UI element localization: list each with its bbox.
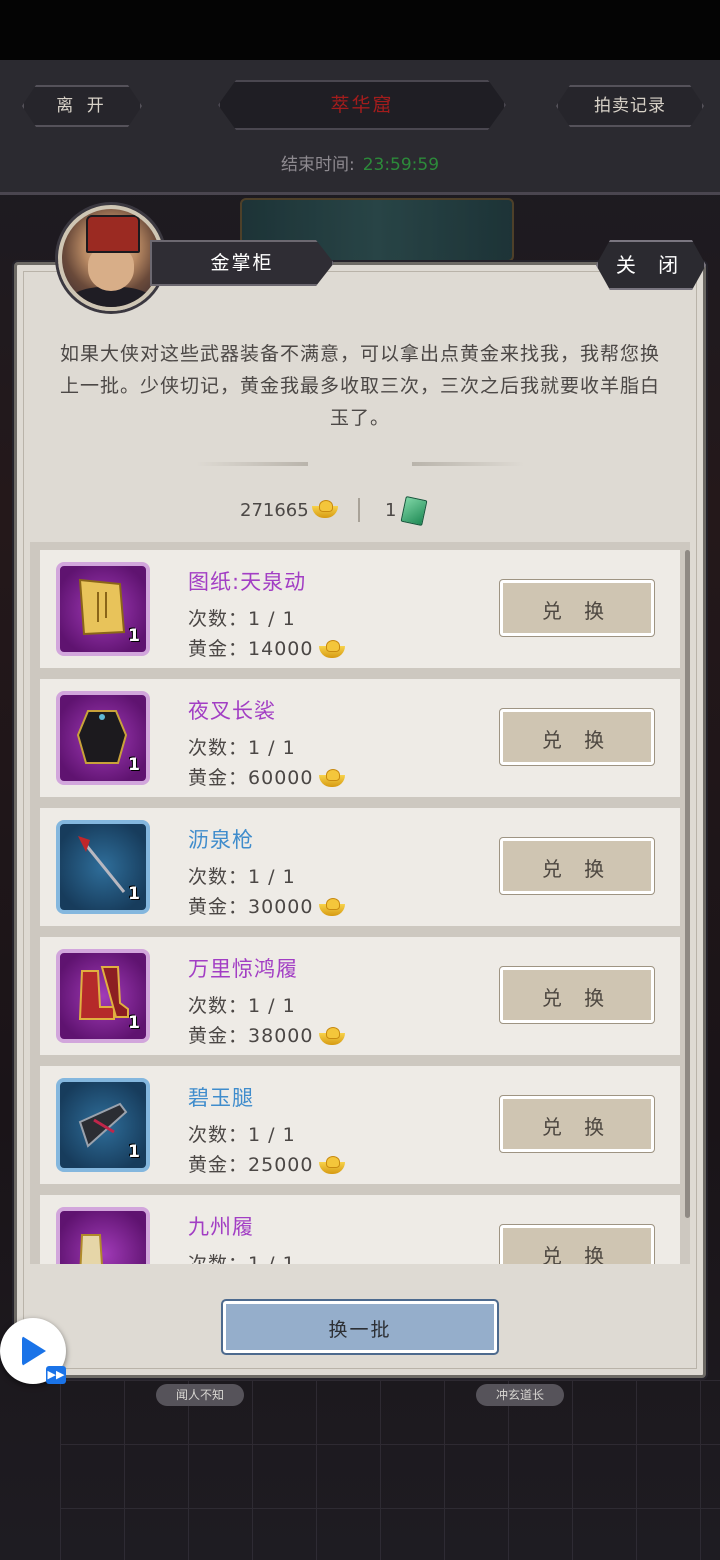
npc-name: 金掌柜 bbox=[150, 240, 334, 286]
redeem-button[interactable]: 兑 换 bbox=[499, 837, 655, 895]
spear-icon bbox=[78, 836, 126, 893]
redeem-button[interactable]: 兑 换 bbox=[499, 579, 655, 637]
robe-icon bbox=[76, 710, 128, 764]
item-name: 碧玉腿 bbox=[188, 1086, 254, 1110]
item-price: 黄金：30000 bbox=[188, 892, 346, 919]
redeem-button[interactable]: 兑 换 bbox=[499, 1224, 655, 1264]
player-tag-left[interactable]: 闻人不知 bbox=[156, 1384, 244, 1406]
item-qty: 1 bbox=[128, 626, 140, 646]
item-qty: 1 bbox=[128, 1142, 140, 1162]
item-times: 次数：1 / 1 bbox=[188, 1253, 296, 1264]
item-icon-frame[interactable]: 1 bbox=[56, 1207, 150, 1264]
leave-button[interactable]: 离 开 bbox=[22, 85, 142, 127]
divider-right bbox=[412, 462, 524, 466]
boots-icon bbox=[79, 1234, 119, 1264]
list-item: 1 沥泉枪 次数：1 / 1 黄金：30000 兑 换 bbox=[40, 808, 680, 926]
item-icon-frame[interactable]: 1 bbox=[56, 1078, 150, 1172]
list-item: 1 夜叉长裟 次数：1 / 1 黄金：60000 兑 换 bbox=[40, 679, 680, 797]
currency-separator bbox=[358, 498, 360, 522]
item-times: 次数：1 / 1 bbox=[188, 1124, 296, 1146]
item-icon-frame[interactable]: 1 bbox=[56, 949, 150, 1043]
item-qty: 1 bbox=[128, 1013, 140, 1033]
leg-guard-icon bbox=[78, 1102, 128, 1148]
item-qty: 1 bbox=[128, 755, 140, 775]
end-time-label: 结束时间: bbox=[280, 155, 355, 175]
item-icon-frame[interactable]: 1 bbox=[56, 691, 150, 785]
gold-ingot-icon bbox=[312, 500, 338, 518]
item-price: 黄金：25000 bbox=[188, 1150, 346, 1177]
item-name: 图纸:天泉动 bbox=[188, 570, 307, 594]
background-grid bbox=[60, 1380, 720, 1560]
item-name: 沥泉枪 bbox=[188, 828, 254, 852]
end-time-value: 23:59:59 bbox=[362, 155, 440, 175]
gold-amount: 271665 bbox=[240, 500, 309, 521]
refresh-batch-button[interactable]: 换一批 bbox=[221, 1299, 499, 1355]
redeem-button[interactable]: 兑 换 bbox=[499, 708, 655, 766]
item-qty: 1 bbox=[128, 884, 140, 904]
redeem-button[interactable]: 兑 换 bbox=[499, 1095, 655, 1153]
scroll-icon bbox=[78, 578, 126, 636]
item-times: 次数：1 / 1 bbox=[188, 995, 296, 1017]
item-times: 次数：1 / 1 bbox=[188, 608, 296, 630]
item-icon-frame[interactable]: 1 bbox=[56, 562, 150, 656]
boots-icon bbox=[78, 966, 129, 1020]
redeem-button[interactable]: 兑 换 bbox=[499, 966, 655, 1024]
npc-dialogue: 如果大侠对这些武器装备不满意，可以拿出点黄金来找我，我帮您换上一批。少侠切记，黄… bbox=[60, 343, 661, 429]
list-item: 1 碧玉腿 次数：1 / 1 黄金：25000 兑 换 bbox=[40, 1066, 680, 1184]
end-time: 结束时间: 23:59:59 bbox=[0, 150, 720, 175]
npc-avatar bbox=[58, 205, 164, 311]
venue-title: 萃华窟 bbox=[218, 80, 506, 130]
list-item: 1 九州履 次数：1 / 1 兑 换 bbox=[40, 1195, 680, 1264]
item-price: 黄金：14000 bbox=[188, 634, 346, 661]
item-name: 九州履 bbox=[188, 1215, 254, 1239]
item-icon-frame[interactable]: 1 bbox=[56, 820, 150, 914]
close-button[interactable]: 关 闭 bbox=[596, 240, 706, 290]
list-scrollbar[interactable] bbox=[685, 550, 690, 1218]
player-tag-right[interactable]: 冲玄道长 bbox=[476, 1384, 564, 1406]
gold-ingot-icon bbox=[319, 1156, 346, 1174]
item-times: 次数：1 / 1 bbox=[188, 737, 296, 759]
divider-left bbox=[196, 462, 308, 466]
item-name: 夜叉长裟 bbox=[188, 699, 276, 723]
gold-ingot-icon bbox=[319, 640, 346, 658]
gold-ingot-icon bbox=[319, 898, 346, 916]
item-price: 黄金：60000 bbox=[188, 763, 346, 790]
auction-record-button[interactable]: 拍卖记录 bbox=[556, 85, 704, 127]
list-item: 1 图纸:天泉动 次数：1 / 1 黄金：14000 兑 换 bbox=[40, 550, 680, 668]
currency-bar: 271665 1 bbox=[0, 495, 720, 527]
gold-ingot-icon bbox=[319, 1027, 346, 1045]
item-name: 万里惊鸿履 bbox=[188, 957, 298, 981]
item-list[interactable]: 1 图纸:天泉动 次数：1 / 1 黄金：14000 兑 换 1 夜叉长裟 次数… bbox=[30, 542, 690, 1264]
list-item: 1 万里惊鸿履 次数：1 / 1 黄金：38000 兑 换 bbox=[40, 937, 680, 1055]
play-icon bbox=[22, 1336, 46, 1366]
jade-amount: 1 bbox=[385, 500, 397, 521]
item-times: 次数：1 / 1 bbox=[188, 866, 296, 888]
jade-icon bbox=[400, 495, 428, 527]
status-bar bbox=[0, 0, 720, 60]
item-price: 黄金：38000 bbox=[188, 1021, 346, 1048]
fast-forward-icon[interactable]: ▶▶ bbox=[46, 1366, 66, 1384]
gold-ingot-icon bbox=[319, 769, 346, 787]
